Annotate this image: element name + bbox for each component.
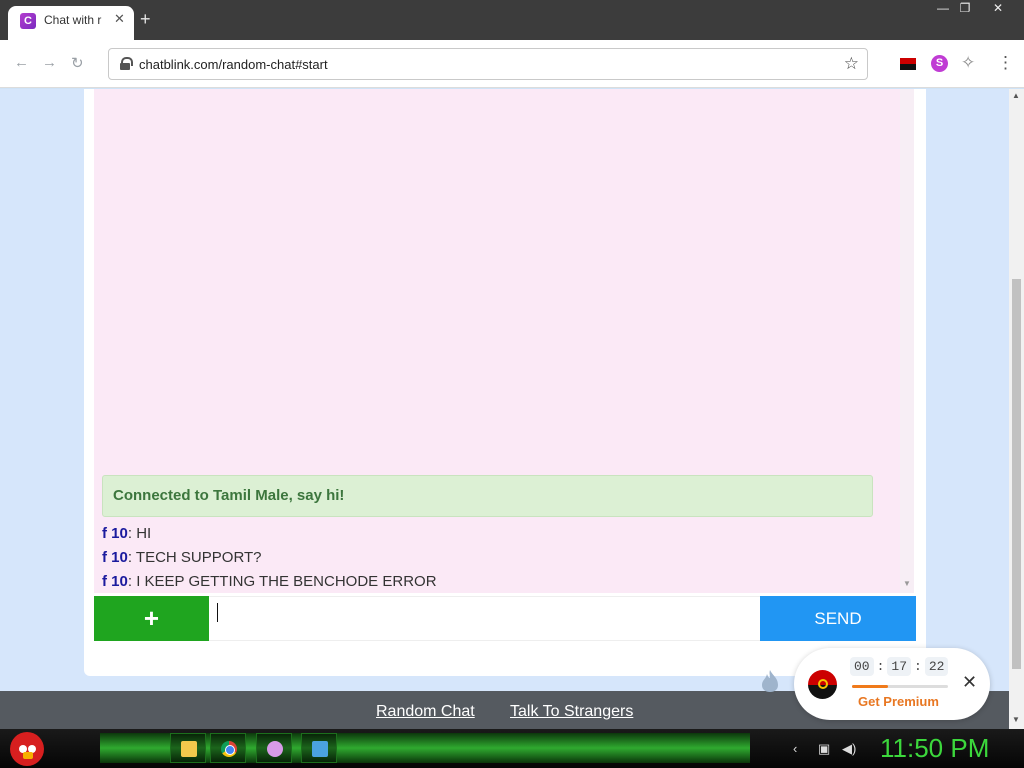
tab-title: Chat with r — [44, 13, 102, 27]
session-timer: 00:17:22 — [850, 657, 949, 676]
folder-icon — [181, 741, 197, 757]
fire-icon — [762, 670, 778, 692]
browser-tab[interactable]: C Chat with r ✕ — [8, 6, 134, 40]
browser-menu-icon[interactable]: ⋮ — [997, 53, 1014, 73]
start-button-angry-bird-icon[interactable] — [10, 732, 44, 766]
back-arrow-icon[interactable]: ← — [14, 54, 29, 71]
browser-titlebar: C Chat with r ✕ + — ❐ ✕ — [0, 0, 1024, 40]
scroll-down-icon[interactable]: ▼ — [1012, 715, 1020, 724]
new-tab-plus-icon[interactable]: + — [140, 9, 151, 30]
taskbar-explorer[interactable] — [170, 733, 206, 763]
chat-message: f 10: I KEEP GETTING THE BENCHODE ERROR — [102, 573, 437, 590]
tray-expand-icon[interactable]: ‹ — [793, 741, 797, 756]
address-bar[interactable]: chatblink.com/random-chat#start ☆ — [108, 48, 868, 80]
premium-widget: 00:17:22 Get Premium ✕ — [794, 648, 990, 720]
timer-seconds: 22 — [924, 657, 949, 676]
reload-icon[interactable]: ↻ — [71, 54, 84, 72]
taskbar-chrome[interactable] — [210, 733, 246, 763]
chat-message: f 10: HI — [102, 525, 151, 542]
s-extension-icon[interactable]: S — [931, 55, 948, 72]
message-text: : I KEEP GETTING THE BENCHODE ERROR — [127, 573, 437, 590]
message-text: : TECH SUPPORT? — [127, 549, 262, 566]
tray-network-icon[interactable]: ▣ — [818, 741, 830, 757]
footer-link-talk-to-strangers[interactable]: Talk To Strangers — [510, 703, 633, 721]
keyboard-icon — [312, 741, 328, 757]
text-caret — [217, 603, 218, 622]
chat-message: f 10: TECH SUPPORT? — [102, 549, 262, 566]
chat-scroll-down-icon[interactable]: ▼ — [903, 579, 911, 588]
footer-link-random-chat[interactable]: Random Chat — [376, 703, 475, 721]
add-media-button[interactable]: + — [94, 596, 209, 641]
page-viewport: Connected to Tamil Male, say hi! f 10: H… — [0, 89, 1024, 729]
browser-toolbar: ← → ↻ chatblink.com/random-chat#start ☆ … — [0, 40, 1024, 88]
url-text: chatblink.com/random-chat#start — [139, 57, 328, 72]
taskbar-clock[interactable]: 11:50 PM — [880, 733, 989, 764]
premium-progress-fill — [852, 685, 888, 688]
message-text: : HI — [127, 525, 152, 542]
message-author: f 10 — [102, 525, 128, 542]
send-button[interactable]: SEND — [760, 596, 916, 641]
premium-close-icon[interactable]: ✕ — [962, 672, 977, 693]
scroll-up-icon[interactable]: ▲ — [1012, 91, 1020, 100]
chatblink-favicon-icon: C — [20, 13, 36, 29]
timer-hours: 00 — [850, 657, 874, 676]
flower-icon — [267, 741, 283, 757]
lock-icon — [120, 57, 133, 70]
page-scrollbar[interactable]: ▲ ▼ — [1009, 89, 1024, 729]
close-window-button[interactable]: ✕ — [983, 0, 1013, 18]
message-input[interactable] — [209, 596, 760, 641]
taskbar-app-flower[interactable] — [256, 733, 292, 763]
taskbar-keyboard[interactable] — [301, 733, 337, 763]
chat-log-scrollbar[interactable] — [900, 89, 914, 593]
extensions-puzzle-icon[interactable]: ✧ — [961, 53, 975, 73]
scrollbar-thumb[interactable] — [1012, 279, 1021, 669]
chat-log: Connected to Tamil Male, say hi! f 10: H… — [94, 89, 900, 593]
premium-progress-bar — [852, 685, 948, 688]
get-premium-link[interactable]: Get Premium — [858, 694, 939, 709]
timer-minutes: 17 — [887, 657, 912, 676]
bookmark-star-icon[interactable]: ☆ — [844, 54, 859, 74]
tray-volume-icon[interactable]: ◀) — [842, 741, 856, 757]
taskbar: ‹ ▣ ◀) 11:50 PM — [0, 729, 1024, 768]
chrome-icon — [221, 741, 237, 757]
angola-flag-icon — [808, 670, 837, 699]
message-author: f 10 — [102, 573, 128, 590]
tab-close-icon[interactable]: ✕ — [114, 11, 125, 27]
forward-arrow-icon[interactable]: → — [42, 54, 57, 71]
restore-button[interactable]: ❐ — [950, 0, 980, 18]
connected-banner: Connected to Tamil Male, say hi! — [102, 475, 873, 517]
angola-flag-extension-icon[interactable] — [900, 58, 916, 70]
chat-card: Connected to Tamil Male, say hi! f 10: H… — [84, 89, 926, 676]
message-author: f 10 — [102, 549, 128, 566]
